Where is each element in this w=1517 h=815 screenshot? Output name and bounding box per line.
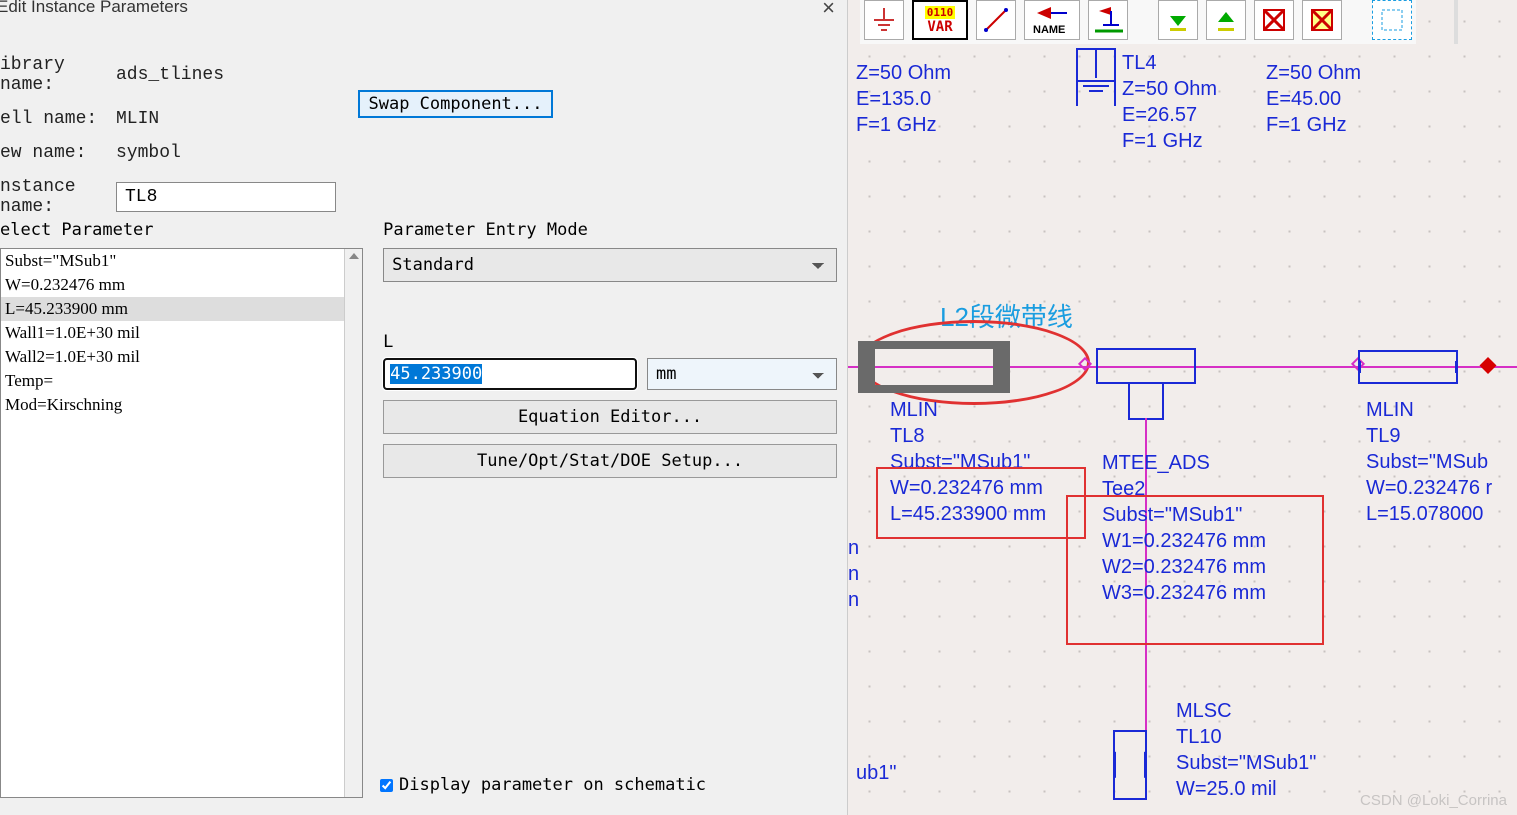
tl8-symbol[interactable] <box>864 347 1004 387</box>
display-checkbox-label: Display parameter on schematic <box>399 775 706 795</box>
select-area-icon[interactable] <box>1372 0 1412 40</box>
display-checkbox-input[interactable] <box>380 779 393 792</box>
tl8-annotation-box <box>876 467 1086 539</box>
param-item[interactable]: Mod=Kirschning <box>1 393 362 417</box>
unit-select[interactable]: mm <box>647 358 837 390</box>
tl9-params: MLINTL9Subst="MSubW=0.232476 rL=15.07800… <box>1366 397 1492 527</box>
watermark: CSDN @Loki_Corrina <box>1360 792 1507 809</box>
library-name-value: ads_tlines <box>116 65 224 85</box>
parameter-value-input[interactable] <box>383 358 637 390</box>
param-item[interactable]: L=45.233900 mm <box>1 297 362 321</box>
instance-name-input[interactable] <box>116 182 336 212</box>
tl10-symbol[interactable] <box>1113 730 1147 800</box>
display-on-schematic-checkbox[interactable]: Display parameter on schematic <box>380 775 706 795</box>
tl4-params: TL4Z=50 OhmE=26.57F=1 GHz <box>1122 50 1217 154</box>
cell-name-label: ell name: <box>0 109 116 129</box>
cell-name-value: MLIN <box>116 109 159 129</box>
parameter-list[interactable]: Subst="MSub1"W=0.232476 mmL=45.233900 mm… <box>0 248 363 798</box>
name-port-icon[interactable]: NAME <box>1024 0 1080 40</box>
ground-icon[interactable] <box>864 0 904 40</box>
svg-text:NAME: NAME <box>1033 24 1065 35</box>
close-icon[interactable]: × <box>822 0 835 21</box>
param-item[interactable]: Temp= <box>1 369 362 393</box>
toolbar-separator <box>1454 0 1458 44</box>
select-parameter-label: elect Parameter <box>0 220 363 240</box>
param-item[interactable]: Wall1=1.0E+30 mil <box>1 321 362 345</box>
view-name-label: ew name: <box>0 143 116 163</box>
name-net-icon[interactable] <box>1088 0 1128 40</box>
dialog-title: Edit Instance Parameters <box>0 0 188 25</box>
stub-symbol <box>1076 48 1116 106</box>
param-item[interactable]: W=0.232476 mm <box>1 273 362 297</box>
tune-setup-button[interactable]: Tune/Opt/Stat/DOE Setup... <box>383 444 837 478</box>
tl10-params: MLSCTL10Subst="MSub1"W=25.0 mil <box>1176 698 1316 802</box>
deactivate-icon[interactable] <box>1254 0 1294 40</box>
wire-icon[interactable] <box>976 0 1016 40</box>
view-name-value: symbol <box>116 143 181 163</box>
tl-top-left-params: Z=50 OhmE=135.0F=1 GHz <box>856 60 951 138</box>
instance-form: ibrary name: ads_tlines ell name: MLIN e… <box>0 55 336 231</box>
param-item[interactable]: Subst="MSub1" <box>1 249 362 273</box>
pop-up-icon[interactable] <box>1206 0 1246 40</box>
scrollbar[interactable] <box>344 249 362 797</box>
instance-name-label: nstance name: <box>0 177 116 217</box>
tee2-symbol[interactable] <box>1096 348 1196 420</box>
var-icon[interactable]: 0110VAR <box>912 0 968 40</box>
frag-ub1: ub1" <box>856 762 896 785</box>
param-item[interactable]: Wall2=1.0E+30 mil <box>1 345 362 369</box>
tl9-symbol[interactable] <box>1358 350 1458 384</box>
frag-left: nnn <box>848 535 859 613</box>
library-name-label: ibrary name: <box>0 55 116 95</box>
field-name-label: L <box>383 332 837 352</box>
pin-terminal <box>1480 357 1497 374</box>
tl-top-right-params: Z=50 OhmE=45.00F=1 GHz <box>1266 60 1361 138</box>
equation-editor-button[interactable]: Equation Editor... <box>383 400 837 434</box>
parameter-entry-mode-select[interactable]: Standard <box>383 248 837 282</box>
swap-component-button[interactable]: Swap Component... <box>358 90 553 118</box>
edit-instance-dialog: Edit Instance Parameters × ibrary name: … <box>0 0 848 815</box>
schematic-canvas[interactable]: 0110VAR NAME Z=50 OhmE=135.0F=1 GHz TL4Z… <box>848 0 1517 815</box>
toolbar: 0110VAR NAME <box>860 0 1416 44</box>
short-icon[interactable] <box>1302 0 1342 40</box>
tee2-annotation-box <box>1066 495 1324 645</box>
push-down-icon[interactable] <box>1158 0 1198 40</box>
parameter-entry-mode-label: Parameter Entry Mode <box>383 220 837 240</box>
